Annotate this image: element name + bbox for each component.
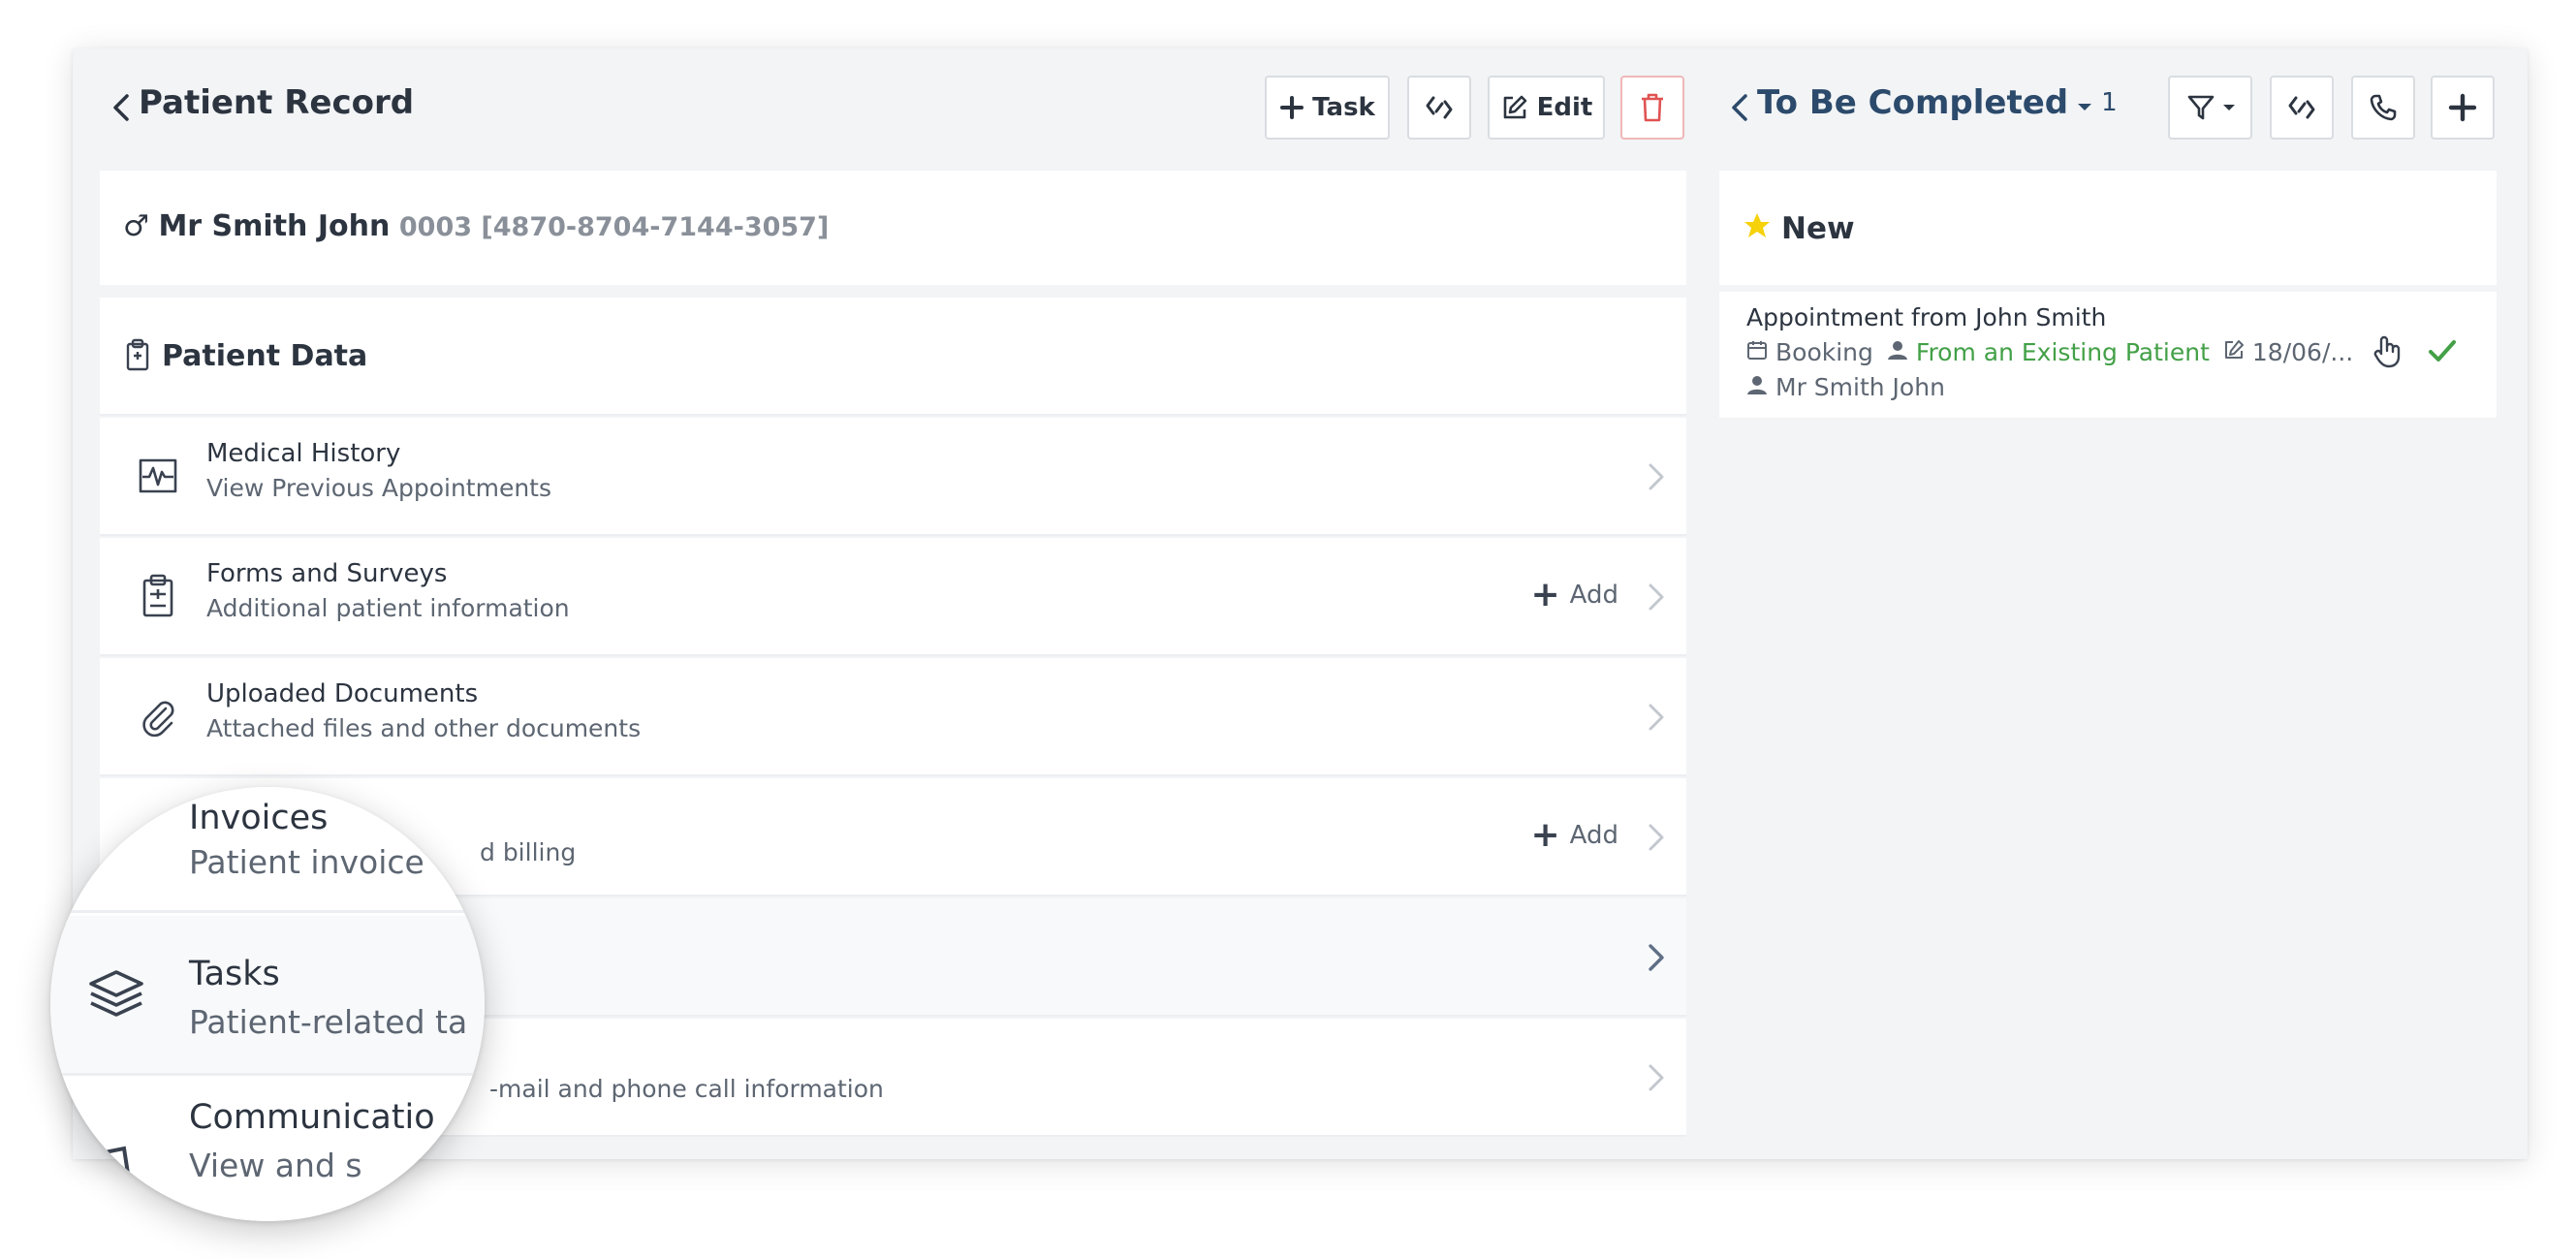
calendar-icon: [1746, 338, 1768, 366]
task-source: From an Existing Patient: [1915, 338, 2210, 366]
page-title: Patient Record: [139, 83, 415, 122]
list-item-medical-history[interactable]: Medical History View Previous Appointmen…: [100, 418, 1686, 536]
add-form-button[interactable]: + Add: [1530, 575, 1618, 614]
magnified-invoices-title: Invoices: [189, 799, 329, 837]
item-subtitle-tail: -mail and phone call information: [489, 1075, 884, 1103]
patient-name: Mr Smith John: [158, 209, 391, 243]
refresh-icon: [1424, 92, 1455, 123]
chevron-right-icon: [1644, 458, 1669, 495]
task-title: Appointment from John Smith: [1746, 303, 2107, 331]
plus-icon: +: [1530, 575, 1560, 614]
filter-icon: [2185, 92, 2216, 123]
section-header: Patient Data: [100, 298, 1686, 416]
message-icon: [85, 1135, 143, 1197]
group-header: New: [1719, 171, 2497, 285]
add-label: Add: [1569, 821, 1618, 850]
add-task-button[interactable]: Task: [1265, 76, 1390, 140]
edit-icon: [1500, 93, 1529, 122]
queue-count: 1: [2101, 88, 2118, 117]
item-subtitle: Additional patient information: [206, 594, 570, 622]
task-date: 18/06/...: [2251, 338, 2354, 366]
magnifier-callout: Invoices Patient invoice Tasks Patient-r…: [50, 787, 485, 1221]
patient-header-card: ♂ Mr Smith John 0003 [4870-8704-7144-305…: [100, 171, 1686, 285]
paperclip-icon: [133, 691, 183, 741]
heart-monitor-icon: [133, 451, 183, 501]
chevron-right-icon: [1644, 939, 1669, 976]
caret-down-icon: [2076, 83, 2093, 122]
refresh-button[interactable]: [1407, 76, 1471, 140]
item-subtitle: View Previous Appointments: [206, 474, 552, 502]
chevron-right-icon: [1644, 1059, 1669, 1096]
magnified-tasks-subtitle: Patient-related ta: [189, 1003, 468, 1041]
item-subtitle: Attached files and other documents: [206, 714, 642, 742]
star-icon: [1743, 211, 1772, 244]
magnified-tasks-title: Tasks: [189, 955, 280, 993]
magnified-communication-subtitle: View and s: [189, 1147, 362, 1184]
clipboard-icon: [125, 338, 150, 375]
plus-icon: [2448, 93, 2477, 122]
phone-icon: [2369, 93, 2398, 122]
layers-icon: [85, 962, 147, 1028]
list-item-forms-surveys[interactable]: Forms and Surveys Additional patient inf…: [100, 538, 1686, 656]
add-task-label: Task: [1312, 93, 1375, 122]
refresh-queue-button[interactable]: [2270, 76, 2334, 140]
task-card[interactable]: Appointment from John Smith Booking From…: [1719, 292, 2497, 418]
add-button[interactable]: [2431, 76, 2495, 140]
item-title: Forms and Surveys: [206, 559, 448, 588]
chevron-right-icon: [1644, 819, 1669, 856]
refresh-icon: [2286, 92, 2317, 123]
magnified-invoices-subtitle: Patient invoice: [189, 843, 424, 881]
magnified-tasks-row: Tasks Patient-related ta: [50, 916, 485, 1076]
item-title: Uploaded Documents: [206, 679, 479, 708]
user-icon: [1887, 338, 1908, 366]
item-title: Medical History: [206, 439, 401, 468]
user-icon: [1746, 373, 1768, 401]
edit-button[interactable]: Edit: [1488, 76, 1605, 140]
plus-icon: [1279, 95, 1304, 120]
edit-label: Edit: [1536, 93, 1593, 122]
hand-pointer-icon[interactable]: [2372, 335, 2403, 372]
back-chevron-icon[interactable]: [1726, 88, 1753, 127]
invoice-icon: [62, 801, 120, 872]
caret-down-icon: [2222, 103, 2236, 112]
queue-title: To Be Completed: [1757, 83, 2069, 122]
list-item-uploaded-documents[interactable]: Uploaded Documents Attached files and ot…: [100, 658, 1686, 776]
task-type: Booking: [1775, 338, 1873, 366]
call-button[interactable]: [2351, 76, 2415, 140]
task-patient: Mr Smith John: [1775, 373, 1945, 401]
edit-icon: [2223, 338, 2245, 366]
patient-id: 0003 [4870-8704-7144-3057]: [398, 212, 830, 242]
item-subtitle-tail: d billing: [480, 838, 577, 866]
add-invoice-button[interactable]: + Add: [1530, 815, 1618, 855]
section-title: Patient Data: [162, 339, 368, 373]
group-title: New: [1781, 211, 1855, 246]
clipboard-list-icon: [133, 571, 183, 621]
delete-button[interactable]: [1620, 76, 1684, 140]
back-chevron-icon[interactable]: [108, 88, 135, 127]
queue-dropdown[interactable]: To Be Completed 1: [1757, 83, 2118, 122]
magnified-communication-row: Communicatio View and s: [50, 1079, 485, 1221]
trash-icon: [1639, 92, 1666, 123]
plus-icon: +: [1530, 815, 1560, 855]
check-icon[interactable]: [2427, 336, 2458, 369]
chevron-right-icon: [1644, 579, 1669, 615]
magnified-invoices-row: Invoices Patient invoice: [50, 787, 485, 913]
chevron-right-icon: [1644, 699, 1669, 736]
filter-button[interactable]: [2168, 76, 2252, 140]
add-label: Add: [1569, 581, 1618, 610]
male-icon: ♂: [123, 209, 149, 243]
magnified-communication-title: Communicatio: [189, 1098, 435, 1137]
